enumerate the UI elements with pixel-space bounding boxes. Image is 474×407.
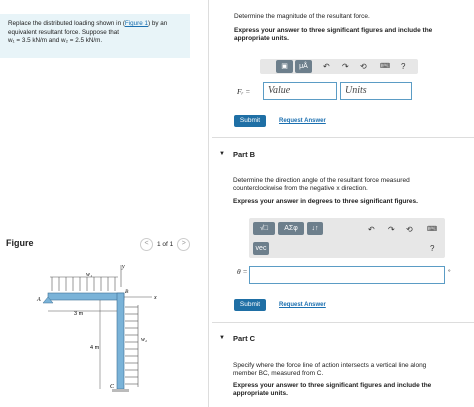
dimension-4m: 4 m [90,345,100,351]
point-b-label: B [125,289,129,295]
problem-line-3: w₁ = 3.5 kN/m and w₂ = 2.5 kN/m. [8,37,103,45]
part-c-title: Part C [233,334,256,343]
point-a-label: A [36,297,41,303]
w1-load-arrows [50,276,118,291]
dimension-3m: 3 m [74,311,84,317]
problem-text-2: ) by an [148,20,168,27]
x-axis-label: x [153,295,157,301]
figure-link[interactable]: Figure 1 [125,20,148,27]
problem-text-1: Replace the distributed loading shown in… [8,20,125,27]
problem-statement: Replace the distributed loading shown in… [0,14,190,58]
problem-line-2: equivalent resultant force. Suppose that [8,28,119,36]
w2-load-arrows [125,305,139,387]
part-c-prompt-1: Specify where the force line of action i… [233,362,427,369]
left-panel: Replace the distributed loading shown in… [0,0,209,407]
figure-pager: < 1 of 1 > [140,238,191,251]
figure-diagram: w₁ y x A B w₂ 3 m 4 m C [36,264,157,392]
w2-label: w₂ [141,337,147,343]
y-axis-label: y [121,264,125,270]
w1-label: w₁ [86,272,92,278]
collapse-c-icon[interactable]: ▼ [219,335,225,341]
prev-figure-button[interactable]: < [140,238,153,251]
figure-title: Figure [6,238,34,248]
part-c-instruction: Express your answer to three significant… [233,382,432,398]
part-c-prompt-2: member BC, measured from C. [233,370,324,377]
next-figure-button[interactable]: > [177,238,191,251]
pager-label: 1 of 1 [157,241,174,248]
part-c-panel: ▼ Part C Specify where the force line of… [212,0,474,407]
